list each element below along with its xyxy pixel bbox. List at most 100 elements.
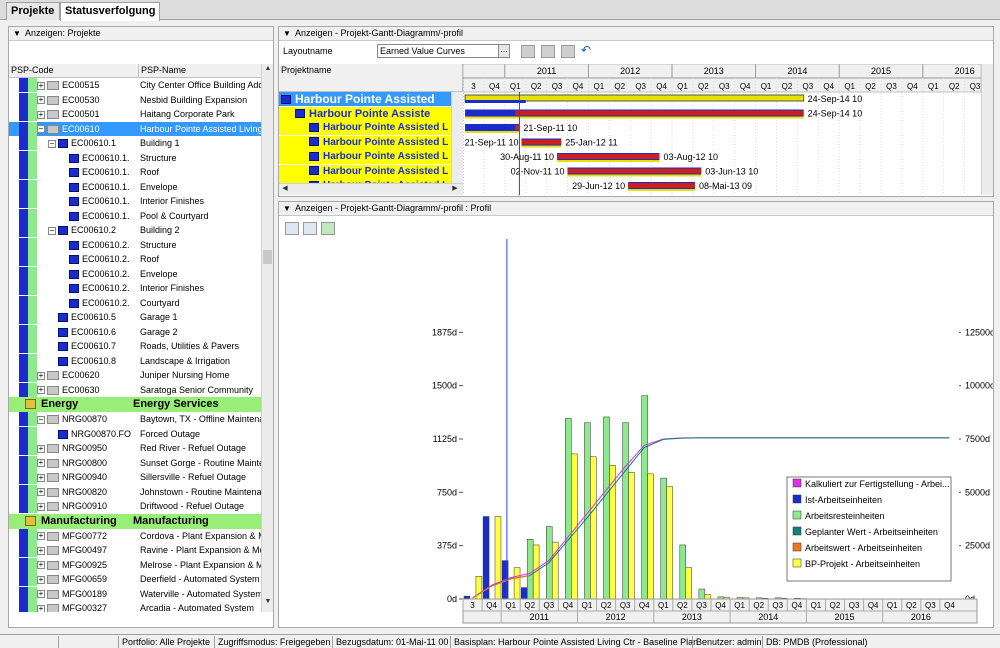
- gantt-project-row[interactable]: Harbour Pointe Assiste: [279, 106, 451, 121]
- gantt-project-row[interactable]: Harbour Pointe Assisted L: [279, 135, 451, 150]
- tree-row[interactable]: EC00610.7 Roads, Utilities & Pavers: [9, 339, 263, 353]
- bar-1: [698, 588, 706, 600]
- tree-row[interactable]: + MFG00497 Ravine - Plant Expansion & Mod: [9, 543, 263, 557]
- bar-1: [660, 477, 667, 600]
- column-header-psp-code[interactable]: PSP-Code: [9, 64, 139, 78]
- layout-name-field[interactable]: [377, 44, 499, 58]
- tree-row[interactable]: NRG00870.FO Forced Outage: [9, 426, 263, 441]
- scroll-thumb[interactable]: [263, 250, 272, 264]
- gantt-names-hscrollbar[interactable]: ◀ ▶: [279, 183, 463, 195]
- tree-row[interactable]: EC00610.1. Interior Finishes: [9, 194, 263, 208]
- tree-row[interactable]: EC00610.1. Roof: [9, 165, 263, 179]
- browse-layout-button[interactable]: …: [498, 44, 510, 58]
- tree-row[interactable]: + NRG00950 Red River - Refuel Outage: [9, 441, 263, 455]
- collapse-icon[interactable]: −: [37, 125, 45, 134]
- tree-row[interactable]: + MFG00772 Cordova - Plant Expansion & Moc: [9, 528, 263, 543]
- legend-swatch: [792, 558, 802, 568]
- tab-statusverfolgung[interactable]: Statusverfolgung: [60, 2, 160, 21]
- histogram-icon[interactable]: [561, 45, 575, 58]
- year-label: 2015: [871, 66, 891, 76]
- tree-row[interactable]: EC00610.8 Landscape & Irrigation: [9, 353, 263, 368]
- column-header-psp-name[interactable]: PSP-Name: [139, 64, 263, 78]
- expand-icon[interactable]: +: [37, 444, 45, 453]
- scroll-right-icon[interactable]: ▶: [449, 184, 461, 192]
- tree-row[interactable]: EC00610.5 Garage 1: [9, 310, 263, 324]
- collapse-icon[interactable]: ▼: [283, 27, 291, 40]
- tree-row[interactable]: − NRG00870 Baytown, TX - Offline Maintenan: [9, 412, 263, 426]
- tree-row[interactable]: + MFG00327 Arcadia - Automated System: [9, 601, 263, 612]
- tree-row[interactable]: + EC00630 Saratoga Senior Community: [9, 382, 263, 397]
- expand-icon[interactable]: +: [37, 575, 45, 584]
- tree-row[interactable]: + MFG00659 Deerfield - Automated System: [9, 572, 263, 586]
- tree-row[interactable]: + EC00620 Juniper Nursing Home: [9, 368, 263, 382]
- tree-row[interactable]: EC00610.6 Garage 2: [9, 324, 263, 339]
- tab-projekte[interactable]: Projekte: [6, 2, 60, 20]
- expand-icon[interactable]: +: [37, 459, 45, 468]
- tree-row[interactable]: EC00610.2. Interior Finishes: [9, 281, 263, 295]
- scroll-up-icon[interactable]: ▲: [262, 65, 274, 72]
- gantt-project-row[interactable]: Harbour Pointe Assisted L: [279, 150, 451, 164]
- tree-row[interactable]: − EC00610 Harbour Pointe Assisted Living C: [9, 121, 263, 136]
- profile-view-icon[interactable]: [321, 222, 335, 235]
- gantt-project-row[interactable]: Harbour Pointe Assisted L: [279, 164, 451, 179]
- tree-row[interactable]: − EC00610.2 Building 2: [9, 223, 263, 237]
- collapse-icon[interactable]: ▼: [283, 202, 291, 215]
- undo-icon[interactable]: ↶: [581, 43, 591, 57]
- table-icon[interactable]: [541, 45, 555, 58]
- tree-row[interactable]: EC00610.1. Envelope: [9, 179, 263, 194]
- tree-row[interactable]: + NRG00940 Sillersville - Refuel Outage: [9, 470, 263, 484]
- expand-icon[interactable]: +: [37, 96, 45, 105]
- tree-row[interactable]: + NRG00910 Driftwood - Refuel Outage: [9, 499, 263, 513]
- gantt-project-name: Harbour Pointe Assisted L: [323, 136, 449, 148]
- expand-icon[interactable]: +: [37, 110, 45, 119]
- tree-row[interactable]: − EC00610.1 Building 1: [9, 136, 263, 150]
- expand-icon[interactable]: +: [37, 604, 45, 612]
- column-header-projektname[interactable]: Projektname: [279, 64, 463, 92]
- gantt-names-scrollbar[interactable]: [451, 92, 463, 183]
- expand-icon[interactable]: +: [37, 532, 45, 541]
- tree-row[interactable]: EC00610.1. Structure: [9, 150, 263, 165]
- tree-group-row[interactable]: Manufacturing Manufacturing: [9, 513, 263, 529]
- tree-row[interactable]: + MFG00925 Melrose - Plant Expansion & Mod: [9, 557, 263, 572]
- collapse-icon[interactable]: ▼: [13, 27, 21, 40]
- gantt-vertical-scrollbar[interactable]: [981, 64, 993, 195]
- gantt-project-row[interactable]: Harbour Pointe Assisted: [279, 92, 451, 106]
- grid-icon[interactable]: [521, 45, 535, 58]
- table-view-icon[interactable]: [303, 222, 317, 235]
- expand-icon[interactable]: +: [37, 502, 45, 511]
- psp-code-cell: − EC00610.2: [9, 223, 139, 237]
- expand-icon[interactable]: +: [37, 81, 45, 90]
- tree-vertical-scrollbar[interactable]: ▲ ▼: [261, 64, 273, 612]
- tree-row[interactable]: + EC00515 City Center Office Building Addi…: [9, 78, 263, 92]
- scroll-down-icon[interactable]: ▼: [262, 598, 274, 605]
- expand-icon[interactable]: +: [37, 561, 45, 570]
- quarter-label: Q1: [510, 82, 521, 91]
- gantt-project-row[interactable]: Harbour Pointe Assisted L: [279, 121, 451, 135]
- tree-row[interactable]: EC00610.2. Structure: [9, 237, 263, 252]
- scroll-left-icon[interactable]: ◀: [279, 184, 291, 192]
- expand-icon[interactable]: +: [37, 473, 45, 482]
- expand-icon[interactable]: +: [37, 386, 45, 395]
- psp-code-cell: EC00610.2.: [9, 267, 139, 281]
- expand-icon[interactable]: +: [37, 546, 45, 555]
- tree-row[interactable]: EC00610.2. Roof: [9, 252, 263, 266]
- tree-row[interactable]: EC00610.2. Courtyard: [9, 295, 263, 310]
- legend-label: Ist-Arbeitseinheiten: [805, 495, 882, 505]
- collapse-icon[interactable]: −: [37, 415, 45, 424]
- chart-options-icon[interactable]: [285, 222, 299, 235]
- tree-row[interactable]: EC00610.2. Envelope: [9, 266, 263, 281]
- tree-group-row[interactable]: Energy Energy Services: [9, 397, 263, 412]
- collapse-icon[interactable]: −: [48, 226, 56, 235]
- tree-row[interactable]: + EC00530 Nesbid Building Expansion: [9, 92, 263, 107]
- tree-row[interactable]: + EC00501 Haitang Corporate Park: [9, 107, 263, 121]
- expand-icon[interactable]: +: [37, 371, 45, 380]
- expand-icon[interactable]: +: [37, 590, 45, 599]
- tree-row[interactable]: EC00610.1. Pool & Courtyard: [9, 208, 263, 223]
- expand-icon[interactable]: +: [37, 488, 45, 497]
- tree-row[interactable]: + MFG00189 Waterville - Automated System: [9, 586, 263, 601]
- psp-code-text: NRG00940: [62, 472, 108, 482]
- collapse-icon[interactable]: −: [48, 139, 56, 148]
- tree-row[interactable]: + NRG00800 Sunset Gorge - Routine Maintena: [9, 455, 263, 470]
- application-window: Projekte Statusverfolgung ▼ Anzeigen: Pro…: [0, 0, 1000, 648]
- tree-row[interactable]: + NRG00820 Johnstown - Routine Maintenanc: [9, 484, 263, 499]
